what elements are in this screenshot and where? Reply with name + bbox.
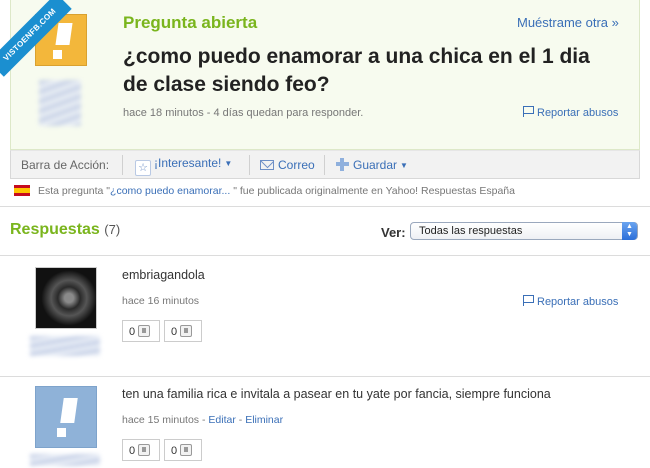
show-another-arrow-icon: » [611, 15, 619, 30]
answerer-name-blurred [30, 336, 100, 356]
answer-time: hace 15 minutos [122, 414, 200, 426]
view-filter-value: Todas las respuestas [419, 225, 523, 237]
show-another-link[interactable]: Muéstrame otra » [517, 15, 619, 30]
answers-title: Respuestas [10, 221, 100, 238]
flag-icon [523, 106, 534, 117]
interesting-label: ¡Interesante! [154, 156, 222, 170]
thumbs-up-button[interactable]: 0 [122, 439, 160, 461]
question-title: ¿como puedo enamorar a una chica en el 1… [123, 43, 623, 99]
plus-icon [336, 158, 349, 171]
star-icon: ☆ [135, 160, 151, 176]
divider [0, 206, 650, 207]
thumbs-up-icon [138, 325, 151, 337]
answers-heading: Respuestas (7) [10, 221, 120, 239]
select-arrows-icon: ▲ ▼ [622, 222, 637, 240]
question-title-line-1: ¿como puedo enamorar a una chica en el 1… [123, 45, 590, 68]
action-bar-label: Barra de Acción: [21, 158, 110, 172]
thumbs-down-icon [180, 444, 193, 456]
thumbs-up-icon [138, 444, 151, 456]
avatar-exclamation-icon [55, 23, 73, 45]
save-label: Guardar [353, 158, 398, 172]
save-button[interactable]: Guardar ▼ [336, 158, 408, 172]
answer-text: embriagandola [122, 268, 205, 282]
view-filter-select[interactable]: Todas las respuestas ▲ ▼ [410, 222, 638, 240]
edit-link[interactable]: Editar [208, 414, 235, 426]
answerer-avatar[interactable] [35, 386, 97, 448]
question-type-label: Pregunta abierta [123, 13, 258, 32]
chevron-down-icon: ▼ [224, 159, 233, 168]
origin-question-link[interactable]: ¿como puedo enamorar... [110, 185, 233, 197]
chevron-down-icon: ▼ [400, 161, 408, 170]
answers-count: (7) [104, 222, 121, 237]
answerer-avatar[interactable] [35, 267, 97, 329]
answer-text: ten una familia rica e invitala a pasear… [122, 387, 551, 401]
origin-prefix: Esta pregunta " [38, 185, 111, 197]
answer-meta: hace 16 minutos [122, 295, 200, 307]
delete-link[interactable]: Eliminar [245, 414, 283, 426]
divider [0, 255, 650, 256]
email-button[interactable]: Correo [260, 158, 315, 172]
thumbs-down-icon [180, 325, 193, 337]
thumbs-up-button[interactable]: 0 [122, 320, 160, 342]
action-bar-divider [122, 155, 123, 175]
origin-notice: Esta pregunta "¿como puedo enamorar... "… [14, 185, 515, 197]
origin-suffix: " fue publicada originalmente en Yahoo! … [233, 185, 515, 197]
answer-meta: hace 15 minutos - Editar - Eliminar [122, 414, 284, 426]
interesting-button[interactable]: ☆ ¡Interesante! ▼ [135, 156, 232, 176]
divider [0, 376, 650, 377]
action-bar-divider [249, 155, 250, 175]
question-report-abuse-link[interactable]: Reportar abusos [523, 106, 618, 119]
asker-name-blurred [39, 80, 81, 126]
spain-flag-icon [14, 185, 30, 196]
thumbs-down-count: 0 [171, 326, 178, 338]
thumbs-up-count: 0 [129, 326, 136, 338]
email-label: Correo [278, 158, 315, 172]
question-panel: Pregunta abierta Muéstrame otra » ¿como … [10, 0, 640, 150]
question-report-label: Reportar abusos [537, 107, 619, 119]
avatar-exclamation-dot [57, 428, 66, 437]
show-another-label: Muéstrame otra [517, 15, 609, 30]
action-bar: Barra de Acción: ☆ ¡Interesante! ▼ Correo … [10, 150, 640, 179]
avatar-exclamation-dot [53, 50, 62, 59]
view-filter-label: Ver: [381, 225, 406, 240]
answer-report-label: Reportar abusos [537, 296, 619, 308]
thumbs-down-count: 0 [171, 445, 178, 457]
thumbs-up-count: 0 [129, 445, 136, 457]
mail-icon [260, 160, 274, 170]
avatar-exclamation-icon [60, 398, 78, 423]
answerer-name-blurred [30, 454, 100, 466]
answer-report-abuse-link[interactable]: Reportar abusos [523, 295, 618, 308]
thumbs-down-button[interactable]: 0 [164, 320, 202, 342]
action-bar-divider [324, 155, 325, 175]
question-meta: hace 18 minutos - 4 días quedan para res… [123, 107, 364, 119]
question-title-line-2: de clase siendo feo? [123, 73, 330, 96]
thumbs-down-button[interactable]: 0 [164, 439, 202, 461]
flag-icon [523, 295, 534, 306]
